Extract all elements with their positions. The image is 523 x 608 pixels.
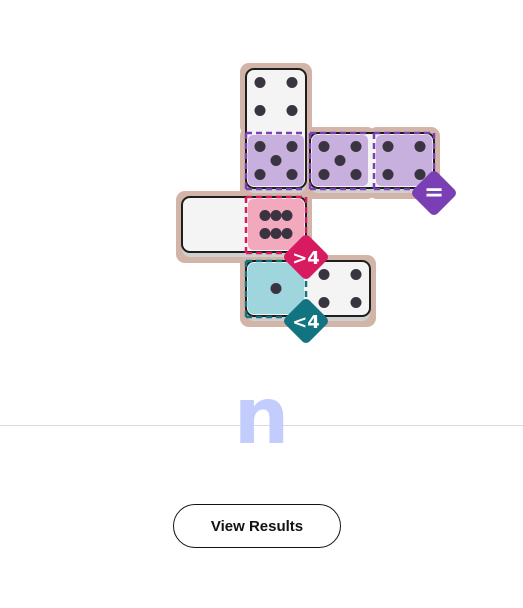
pip (270, 283, 282, 294)
pip (270, 155, 282, 166)
pip (254, 77, 266, 88)
rule-badge-label: <4 (292, 312, 320, 333)
pip (318, 297, 330, 308)
pip (382, 141, 394, 152)
pip (350, 269, 362, 280)
pip (259, 210, 271, 221)
pip (254, 141, 266, 152)
pip (286, 77, 298, 88)
region-fill-pink (248, 199, 304, 250)
pip (270, 228, 282, 239)
rule-badge-label: >4 (292, 248, 320, 269)
pip (281, 228, 293, 239)
pip (318, 141, 330, 152)
pip (382, 169, 394, 180)
view-results-button[interactable]: View Results (173, 504, 341, 548)
pip (350, 141, 362, 152)
pip (286, 141, 298, 152)
pip (286, 105, 298, 116)
pip (254, 105, 266, 116)
pip (270, 210, 282, 221)
pip (414, 141, 426, 152)
pip-group-1 (270, 283, 282, 294)
pip (286, 169, 298, 180)
pip (318, 169, 330, 180)
pip (334, 155, 346, 166)
game-logo-icon: n (233, 372, 290, 462)
pip (281, 210, 293, 221)
pip (318, 269, 330, 280)
pip (350, 297, 362, 308)
puzzle-board: = >4 <4 (176, 63, 456, 343)
rule-badge-label: = (424, 178, 444, 206)
pip (254, 169, 266, 180)
pip (259, 228, 271, 239)
pip (350, 169, 362, 180)
